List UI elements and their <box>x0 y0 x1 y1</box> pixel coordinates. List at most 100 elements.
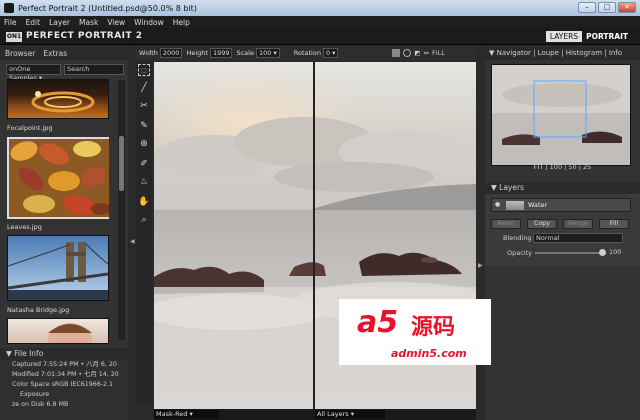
close-button[interactable]: ✕ <box>618 2 636 13</box>
fill-button[interactable]: FILL <box>432 49 445 57</box>
tab-extras[interactable]: Extras <box>43 49 67 58</box>
browser-scrollbar-thumb[interactable] <box>119 136 124 191</box>
retouch-brush-icon[interactable]: ✐ <box>138 158 150 170</box>
menu-edit[interactable]: Edit <box>26 18 41 27</box>
minimize-button[interactable]: – <box>578 2 596 13</box>
mode-tabs: LAYERS PORTRAIT <box>545 31 632 42</box>
rotation-value: 0 <box>325 49 331 57</box>
watermark-main: a5 <box>357 305 399 340</box>
thumbnail-focalpoint[interactable] <box>7 79 109 119</box>
split-view-divider[interactable] <box>313 62 315 409</box>
settings-icon[interactable] <box>403 49 412 57</box>
clone-stamp-icon[interactable]: ♨ <box>138 176 150 188</box>
scale-value: 100 <box>258 49 272 57</box>
link-icon[interactable]: ⇔ <box>424 49 429 57</box>
thumbnail-portrait[interactable] <box>7 318 109 359</box>
file-info-modified: Modified 7:01:34 PM • 七月 14, 20 <box>12 371 119 378</box>
layer-row-water[interactable]: ● Water <box>491 198 631 212</box>
tab-browser[interactable]: Browser <box>5 49 35 58</box>
file-info-captured: Captured 7:55:24 PM • 八月 6, 20 <box>12 361 117 368</box>
brand-bar: ON1 PERFECT PORTRAIT 2 LAYERS PORTRAIT <box>0 28 640 45</box>
hand-tool-icon[interactable]: ✋ <box>138 196 150 208</box>
reset-button[interactable]: Reset <box>491 219 521 229</box>
layer-name: Water <box>528 201 548 209</box>
thumbnail-label: Natasha Bridge.jpg <box>7 306 70 314</box>
opacity-label: Opacity <box>507 249 533 257</box>
canvas-toolbar: Width 2000 Height 1999 Scale 100 ▾ Rotat… <box>136 46 477 60</box>
search-input[interactable]: Search <box>64 64 124 75</box>
thumbnail-label: Leaves.jpg <box>7 223 42 231</box>
file-info-size: ze on Disk 6.8 MB <box>12 401 69 408</box>
layer-thumbnail <box>506 201 524 210</box>
window-title: Perfect Portrait 2 (Untitled.psd@50.0% 8… <box>18 3 197 13</box>
maximize-button[interactable]: □ <box>598 2 616 13</box>
menu-layer[interactable]: Layer <box>49 18 70 27</box>
file-info-panel: Captured 7:55:24 PM • 八月 6, 20 Modified … <box>0 360 128 420</box>
layers-header[interactable]: ▼ Layers <box>485 182 640 194</box>
menu-view[interactable]: View <box>107 18 125 27</box>
opacity-slider[interactable] <box>535 252 603 254</box>
scissors-tool-icon[interactable]: ✂ <box>138 100 150 112</box>
left-view-value: Mask-Red <box>156 410 188 418</box>
left-view-select[interactable]: Mask-Red ▾ <box>154 410 219 419</box>
rotation-input[interactable]: 0 ▾ <box>322 48 339 58</box>
brand-logo: ON1 <box>6 32 22 42</box>
visibility-icon[interactable]: ● <box>495 201 500 208</box>
watermark-cn: 源码 <box>411 315 456 340</box>
crop-tool-icon[interactable]: ⬚ <box>138 64 150 76</box>
tab-layers[interactable]: LAYERS <box>545 31 583 42</box>
file-info-header[interactable]: ▼ File Info <box>0 348 128 360</box>
height-input[interactable]: 1999 <box>209 48 233 58</box>
watermark-url: admin5.com <box>391 347 467 360</box>
right-view-select[interactable]: All Layers ▾ <box>315 410 385 419</box>
samples-select[interactable]: onOne Samples ▾ <box>6 64 61 82</box>
scale-input[interactable]: 100 ▾ <box>255 48 280 58</box>
transform-icon[interactable] <box>392 49 401 57</box>
masking-brush-icon[interactable]: ✎ <box>138 120 150 132</box>
thumbnail-leaves[interactable] <box>7 137 111 219</box>
blending-label: Blending <box>503 234 532 242</box>
file-info-exposure: Exposure <box>20 391 50 398</box>
tools-column: ⬚ ╱ ✂ ✎ ⊛ ✐ ♨ ✋ ⌕ <box>136 62 152 402</box>
watermark-logo: a5 源码 admin5.com <box>339 299 491 365</box>
right-view-value: All Layers <box>317 410 349 418</box>
menu-window[interactable]: Window <box>134 18 164 27</box>
thumbnail-label: Focalpoint.jpg <box>7 124 53 132</box>
app-icon <box>4 3 14 13</box>
width-label: Width <box>139 49 158 57</box>
browser-scrollbar[interactable] <box>118 80 125 340</box>
zoom-tool-icon[interactable]: ⌕ <box>138 214 150 226</box>
menu-bar: File Edit Layer Mask View Window Help <box>0 16 640 28</box>
opacity-value: 100 <box>609 248 622 256</box>
browser-tabs: Browser Extras <box>0 46 128 60</box>
leaves-image <box>9 139 111 217</box>
blending-select[interactable]: Normal <box>533 233 623 243</box>
zoom-presets[interactable]: FIT | 100 | 50 | 25 <box>485 162 640 172</box>
mask-bug-icon[interactable]: ⊛ <box>138 138 150 150</box>
opacity-slider-handle[interactable] <box>599 249 606 256</box>
navigator-tabs[interactable]: ▼ Navigator | Loupe | Histogram | Info <box>485 46 640 60</box>
width-input[interactable]: 2000 <box>159 48 183 58</box>
bridge-image <box>7 236 109 300</box>
navigator-image <box>492 65 630 165</box>
merge-button[interactable]: Merge <box>563 219 593 229</box>
right-panel: ▼ Navigator | Loupe | Histogram | Info F… <box>485 46 640 420</box>
scale-label: Scale <box>236 49 254 57</box>
layers-title: Layers <box>499 183 524 192</box>
rotation-label: Rotation <box>293 49 321 57</box>
tab-portrait[interactable]: PORTRAIT <box>582 31 632 42</box>
menu-mask[interactable]: Mask <box>79 18 98 27</box>
collapse-right-icon[interactable]: ▶ <box>478 262 483 269</box>
navigator-tabs-label: Navigator | Loupe | Histogram | Info <box>496 49 623 57</box>
lock-icon[interactable]: ◩ <box>414 49 420 57</box>
brush-tool-icon[interactable]: ╱ <box>138 82 150 94</box>
menu-help[interactable]: Help <box>173 18 190 27</box>
copy-button[interactable]: Copy <box>527 219 557 229</box>
thumbnail-bridge[interactable] <box>7 235 109 301</box>
collapse-left-icon[interactable]: ◀ <box>130 238 135 245</box>
navigator-preview[interactable] <box>491 64 631 166</box>
focalpoint-image <box>31 91 95 113</box>
file-info-colorspace: Color Space sRGB IEC61966-2.1 <box>12 381 114 388</box>
fill-layer-button[interactable]: Fill <box>599 219 629 229</box>
menu-file[interactable]: File <box>4 18 17 27</box>
